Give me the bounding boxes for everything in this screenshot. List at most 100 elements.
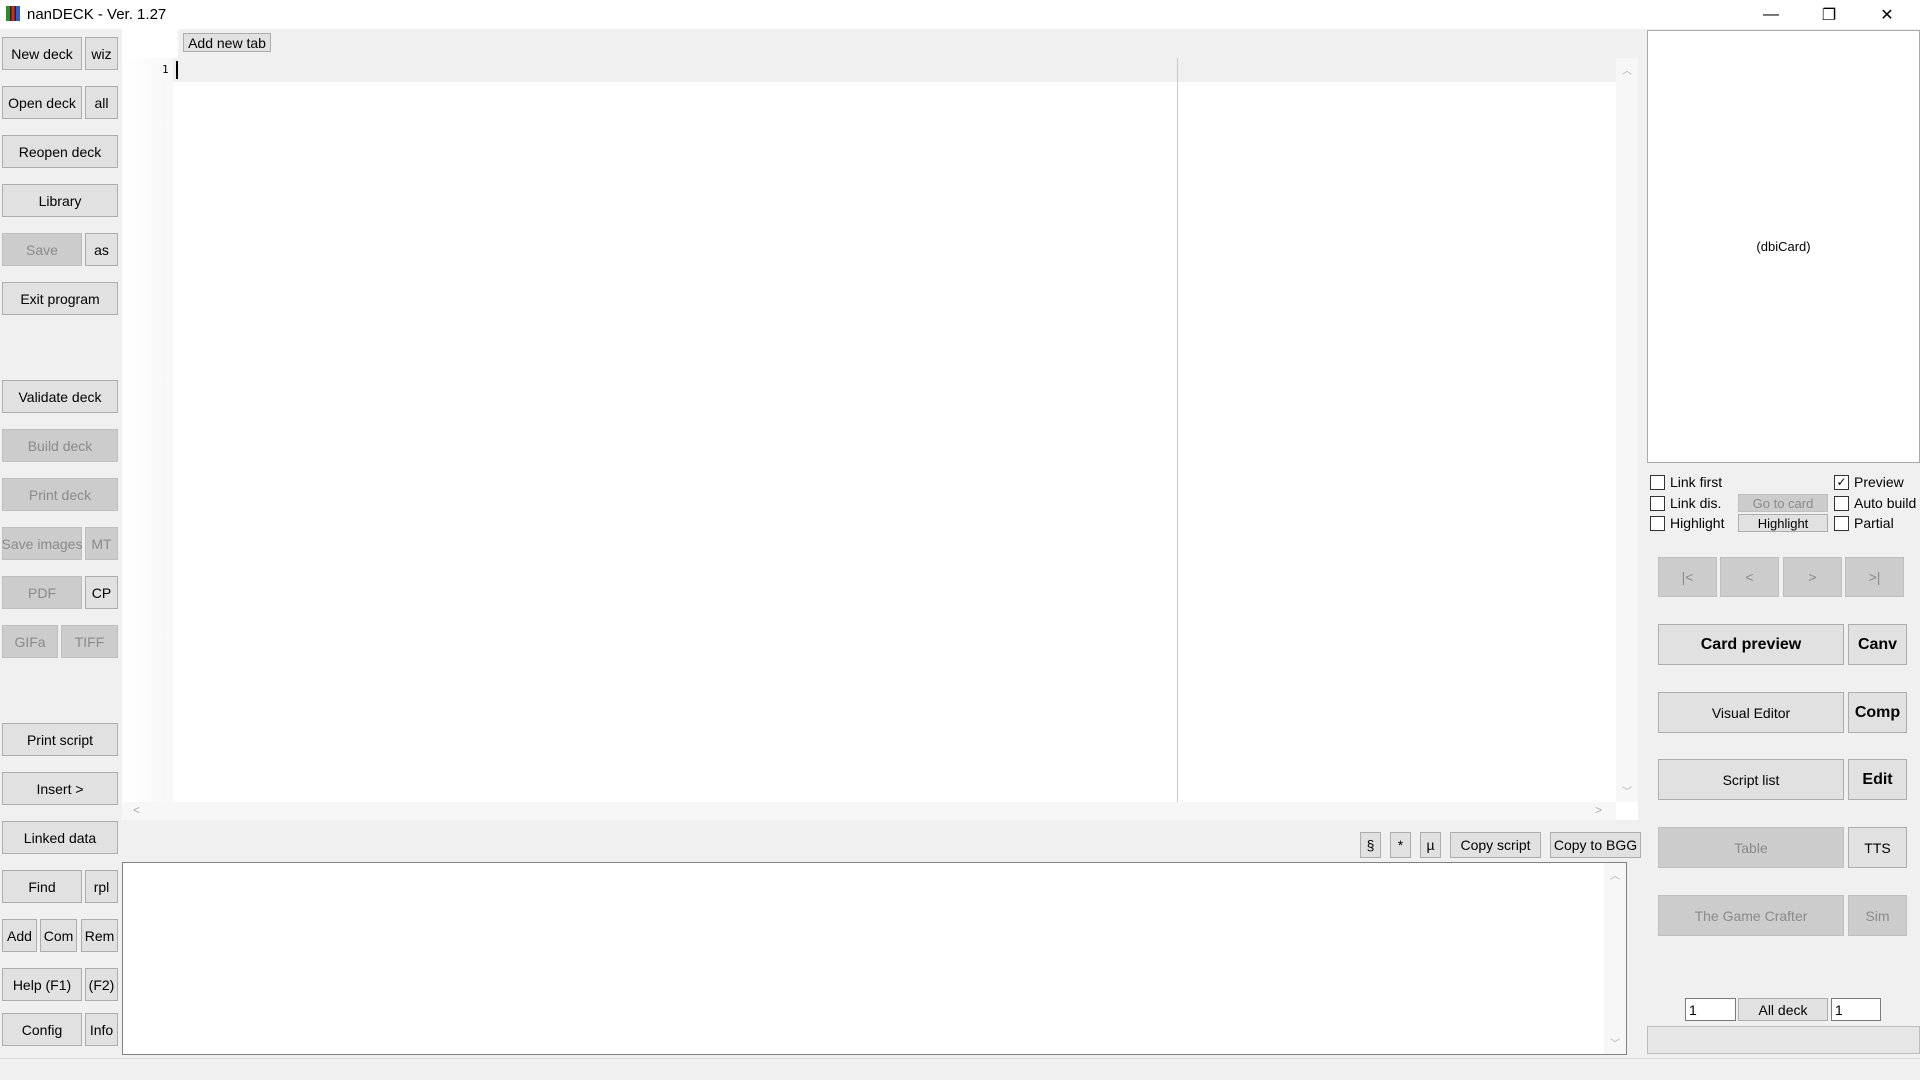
link-first-checkbox[interactable]: Link first <box>1650 474 1722 490</box>
checkbox-box[interactable] <box>1834 495 1849 511</box>
checkbox-box[interactable]: ✓ <box>1834 474 1849 490</box>
checkbox-label: Partial <box>1854 515 1894 531</box>
game-crafter-button[interactable]: The Game Crafter <box>1658 895 1844 936</box>
partial-checkbox[interactable]: Partial <box>1834 515 1894 531</box>
tts-button[interactable]: TTS <box>1848 827 1907 868</box>
next-card-button[interactable]: > <box>1783 557 1842 597</box>
exit-program-button[interactable]: Exit program <box>2 282 118 315</box>
pdf-button[interactable]: PDF <box>2 576 82 609</box>
from-card-input[interactable] <box>1685 998 1736 1021</box>
maximize-button[interactable]: ❐ <box>1800 0 1858 29</box>
checkbox-box[interactable] <box>1650 474 1665 490</box>
progress-bar <box>1647 1026 1920 1054</box>
output-log[interactable]: ︿ ﹀ <box>122 862 1627 1055</box>
mt-button[interactable]: MT <box>85 527 118 560</box>
last-card-button[interactable]: >| <box>1845 557 1904 597</box>
config-button[interactable]: Config <box>2 1013 82 1046</box>
link-dis-checkbox[interactable]: Link dis. <box>1650 495 1721 511</box>
open-all-button[interactable]: all <box>85 86 118 119</box>
new-deck-button[interactable]: New deck <box>2 37 82 70</box>
validate-deck-button[interactable]: Validate deck <box>2 380 118 413</box>
checkbox-box[interactable] <box>1650 515 1665 531</box>
title-bar: nanDECK - Ver. 1.27 — ❐ ✕ <box>0 0 1920 29</box>
compare-button[interactable]: Comp <box>1848 692 1907 733</box>
scroll-down-icon[interactable]: ﹀ <box>1604 1035 1626 1050</box>
tiff-button[interactable]: TIFF <box>61 625 118 658</box>
script-list-button[interactable]: Script list <box>1658 759 1844 800</box>
scroll-up-icon[interactable]: ︿ <box>1604 867 1626 882</box>
preview-label: (dbiCard) <box>1756 239 1811 254</box>
checkbox-label: Highlight <box>1670 515 1725 531</box>
checkbox-box[interactable] <box>1834 515 1849 531</box>
scroll-left-icon[interactable]: < <box>133 803 140 817</box>
to-card-input[interactable] <box>1831 998 1881 1021</box>
scroll-up-icon[interactable]: ︿ <box>1616 62 1638 77</box>
canvas-button[interactable]: Canv <box>1848 624 1907 665</box>
all-deck-button[interactable]: All deck <box>1738 998 1828 1021</box>
help-button[interactable]: Help (F1) <box>2 968 82 1001</box>
open-deck-button[interactable]: Open deck <box>2 86 82 119</box>
library-button[interactable]: Library <box>2 184 118 217</box>
table-button[interactable]: Table <box>1658 827 1844 868</box>
scroll-right-icon[interactable]: > <box>1595 803 1602 817</box>
close-button[interactable]: ✕ <box>1858 0 1916 29</box>
build-deck-button[interactable]: Build deck <box>2 429 118 462</box>
reopen-deck-button[interactable]: Reopen deck <box>2 135 118 168</box>
help-f2-button[interactable]: (F2) <box>85 968 118 1001</box>
mu-symbol-button[interactable]: µ <box>1420 832 1441 858</box>
horizontal-scrollbar[interactable]: < > <box>122 802 1616 820</box>
highlight-button[interactable]: Highlight <box>1738 514 1828 532</box>
first-card-button[interactable]: |< <box>1658 557 1717 597</box>
current-line-highlight <box>173 58 1616 82</box>
log-scrollbar[interactable]: ︿ ﹀ <box>1604 863 1626 1054</box>
visual-editor-button[interactable]: Visual Editor <box>1658 692 1844 733</box>
add-button[interactable]: Add <box>2 919 37 952</box>
copy-script-button[interactable]: Copy script <box>1450 832 1541 858</box>
checkbox-label: Auto build <box>1854 495 1917 511</box>
previous-card-button[interactable]: < <box>1720 557 1779 597</box>
wizard-button[interactable]: wiz <box>85 37 118 70</box>
window-title: nanDECK - Ver. 1.27 <box>27 6 167 23</box>
edge-line <box>1177 58 1178 802</box>
line-gutter <box>122 58 173 802</box>
card-preview-area: (dbiCard) <box>1647 30 1920 463</box>
editor-tab[interactable] <box>122 29 178 59</box>
auto-build-checkbox[interactable]: Auto build <box>1834 495 1916 511</box>
cp-button[interactable]: CP <box>85 576 118 609</box>
script-editor[interactable]: 1 ︿ ﹀ < > <box>122 58 1638 820</box>
gifa-button[interactable]: GIFa <box>2 625 58 658</box>
app-icon <box>6 6 20 21</box>
line-number: 1 <box>162 63 169 76</box>
asterisk-button[interactable]: * <box>1390 832 1411 858</box>
minimize-button[interactable]: — <box>1742 0 1800 29</box>
sim-button[interactable]: Sim <box>1848 895 1907 936</box>
edit-button[interactable]: Edit <box>1848 759 1907 800</box>
save-button[interactable]: Save <box>2 233 82 266</box>
copy-to-bgg-button[interactable]: Copy to BGG <box>1550 832 1641 858</box>
info-button[interactable]: Info <box>85 1013 118 1046</box>
replace-button[interactable]: rpl <box>85 870 118 903</box>
vertical-scrollbar[interactable]: ︿ ﹀ <box>1616 58 1638 802</box>
linked-data-button[interactable]: Linked data <box>2 821 118 854</box>
print-script-button[interactable]: Print script <box>2 723 118 756</box>
card-preview-button[interactable]: Card preview <box>1658 624 1844 665</box>
checkbox-box[interactable] <box>1650 495 1665 511</box>
print-deck-button[interactable]: Print deck <box>2 478 118 511</box>
find-button[interactable]: Find <box>2 870 82 903</box>
status-bar <box>0 1058 1920 1080</box>
insert-button[interactable]: Insert > <box>2 772 118 805</box>
remove-button[interactable]: Rem <box>81 919 118 952</box>
preview-checkbox[interactable]: ✓ Preview <box>1834 474 1904 490</box>
section-symbol-button[interactable]: § <box>1360 832 1381 858</box>
checkbox-label: Link dis. <box>1670 495 1722 511</box>
checkbox-label: Preview <box>1854 474 1904 490</box>
comment-button[interactable]: Com <box>40 919 77 952</box>
save-images-button[interactable]: Save images <box>2 527 82 560</box>
save-as-button[interactable]: as <box>85 233 118 266</box>
checkbox-label: Link first <box>1670 474 1723 490</box>
highlight-checkbox[interactable]: Highlight <box>1650 515 1724 531</box>
add-new-tab-button[interactable]: Add new tab <box>183 33 271 52</box>
scroll-down-icon[interactable]: ﹀ <box>1616 783 1638 798</box>
text-cursor <box>176 61 178 79</box>
go-to-card-button[interactable]: Go to card <box>1738 494 1828 512</box>
